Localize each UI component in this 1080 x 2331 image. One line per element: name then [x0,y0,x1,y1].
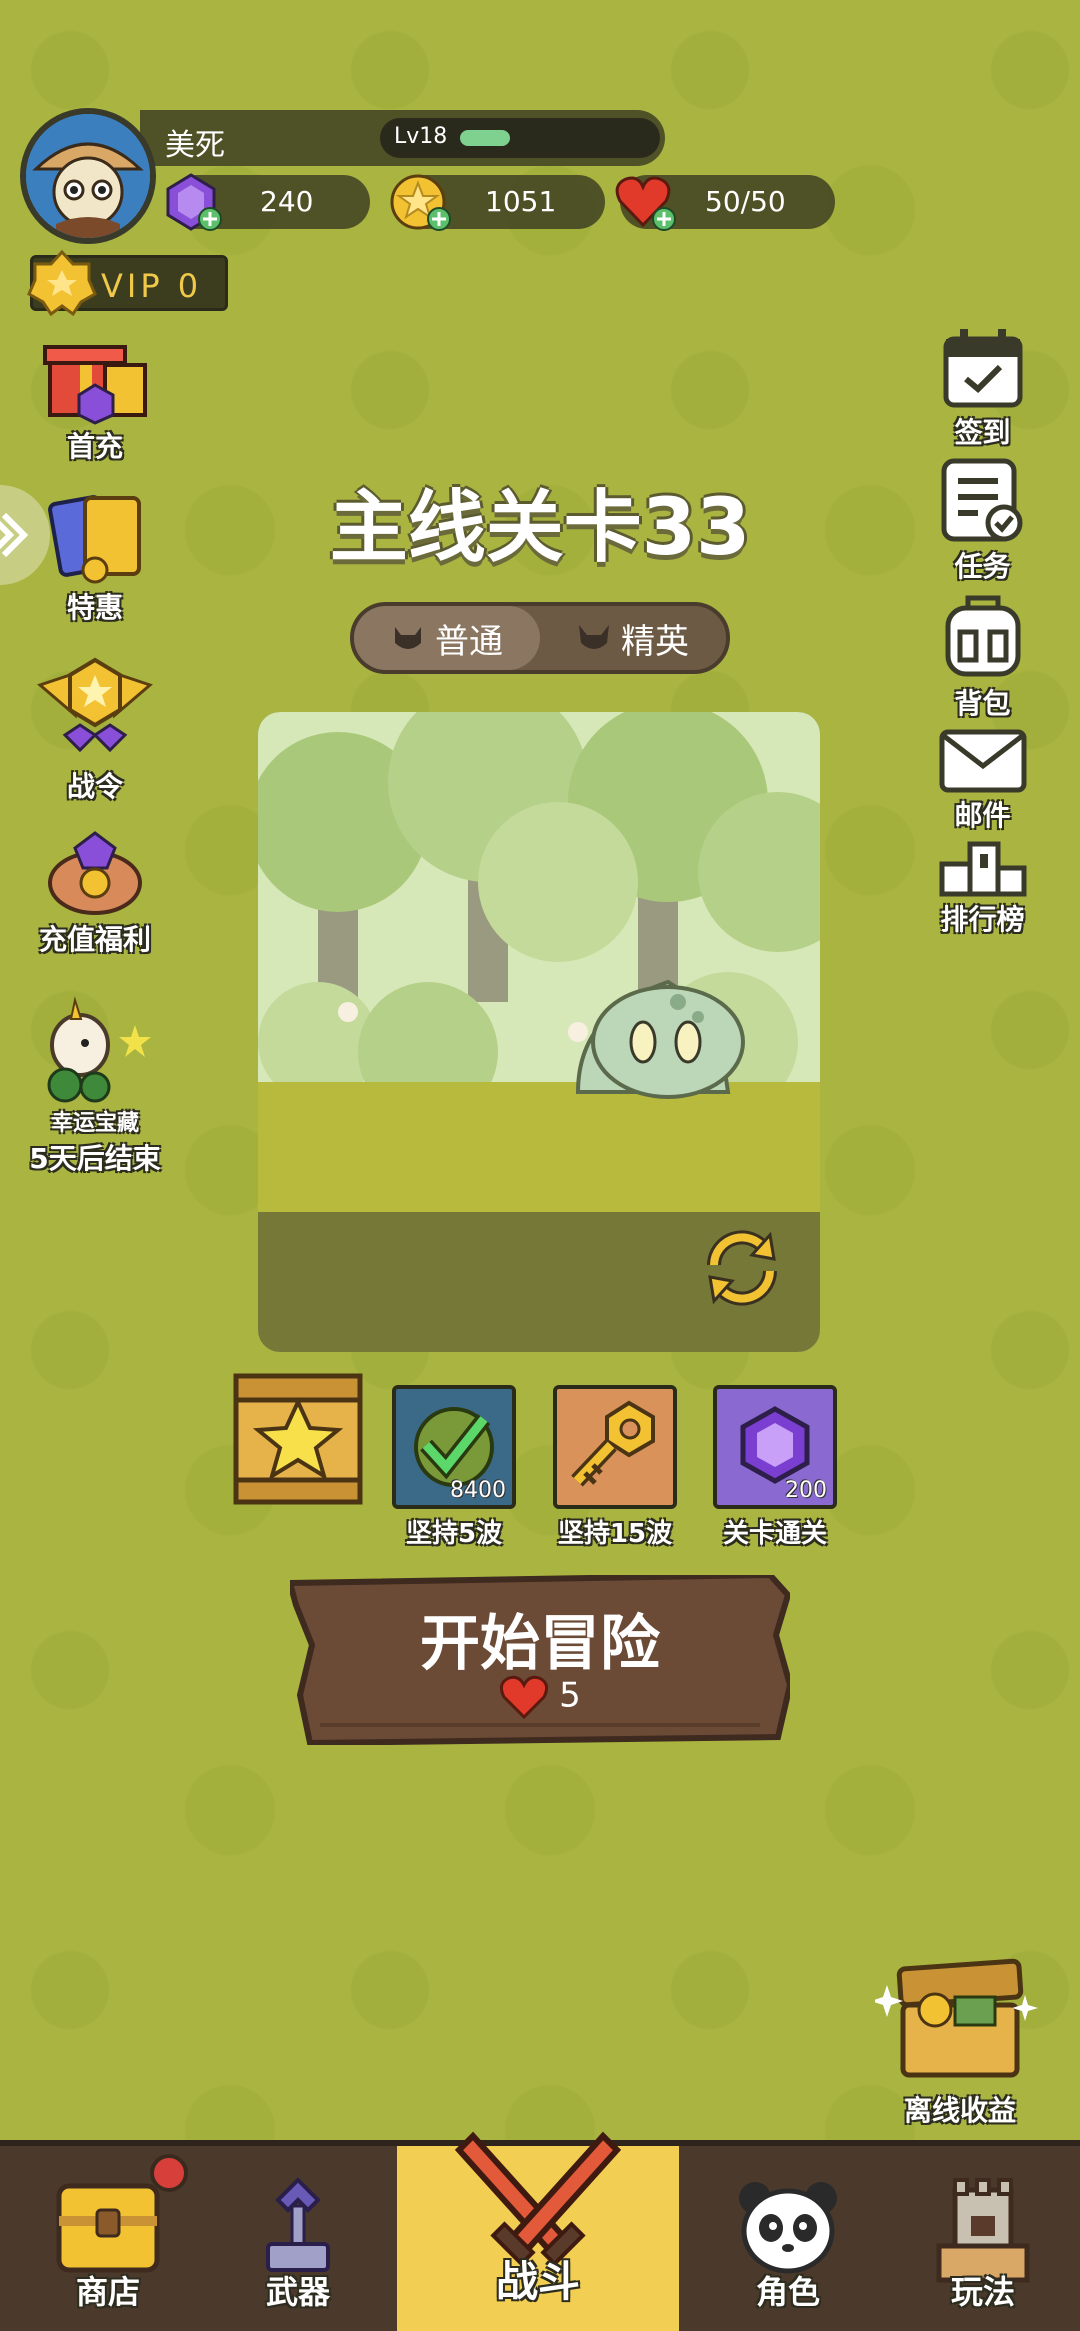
reward-stage-clear[interactable]: 200 [713,1385,837,1509]
menu-battle-pass[interactable]: 战令 [20,655,170,805]
start-adventure-label: 开始冒险 [420,1609,660,1679]
heart-icon [500,1675,549,1720]
nav-gameplay[interactable]: 玩法 [875,2146,1080,2331]
reward-survive-15[interactable] [553,1385,677,1509]
vip-level: VIP 0 [101,267,203,305]
start-adventure-button[interactable]: 开始冒险 5 [290,1575,790,1745]
nav-character-label: 角色 [755,2273,820,2311]
menu-backpack[interactable]: 背包 [925,592,1040,722]
coins-counter[interactable]: 1051 [390,174,605,231]
player-name: 美死 [165,128,225,163]
bottom-nav: 商店 武器 战斗 角色 玩法 [0,2131,1080,2331]
menu-lucky-treasure-timer: 5天后结束 [29,1142,161,1175]
stage-title: 主线关卡33 [329,483,751,573]
menu-backpack-label: 背包 [954,687,1011,720]
nav-battle[interactable]: 战斗 [397,2131,679,2331]
shop-notification-dot [150,2154,188,2192]
podium-icon [939,841,1026,897]
offline-rewards[interactable]: 离线收益 [870,1955,1050,2129]
horned-monster-icon [579,625,609,649]
golden-key-icon [571,1400,655,1487]
mode-toggle: 普通 精英 [350,602,730,674]
nav-gameplay-label: 玩法 [950,2273,1015,2311]
reward-survive-5-label: 坚持5波 [405,1519,503,1549]
unicorn-treasure-icon [47,996,151,1103]
menu-leaderboard-label: 排行榜 [940,903,1025,936]
stamina-value: 50/50 [705,185,786,218]
menu-lucky-treasure-label: 幸运宝藏 [50,1111,139,1136]
battle-pass-icon [37,657,153,753]
stamina-counter[interactable]: 50/50 [615,175,835,231]
reward-survive-15-label: 坚持15波 [557,1519,673,1549]
menu-recharge-bonus-label: 充值福利 [38,923,151,956]
level-pill: Lv18 [380,118,660,158]
player-info-bar: 美死 Lv18 [140,110,665,166]
reward-stage-clear-label: 关卡通关 [722,1519,827,1549]
nav-weapon-label: 武器 [265,2273,330,2311]
weapon-icon [266,2177,330,2272]
panda-icon [739,2182,837,2274]
start-cost-value: 5 [559,1675,581,1716]
purple-gem-icon [166,173,222,231]
mode-elite-label: 精英 [621,621,689,662]
coins-value: 1051 [485,185,557,218]
gift-box-icon [43,345,147,425]
nav-battle-label: 战斗 [495,2257,580,2306]
heart-icon [615,176,676,231]
star-chest-icon[interactable] [232,1370,364,1510]
gems-value: 240 [260,185,314,218]
shop-chest-icon [56,2183,160,2273]
treasure-chest-icon [871,1958,1038,2078]
vip-badge[interactable]: VIP 0 [27,249,228,317]
refresh-icon[interactable] [700,1225,784,1309]
reward-survive-5[interactable]: 8400 [392,1385,516,1509]
nav-character[interactable]: 角色 [680,2146,896,2331]
gems-counter[interactable]: 240 [166,173,370,231]
mode-normal-button[interactable]: 普通 [354,606,540,670]
mode-normal-label: 普通 [435,621,503,662]
offline-rewards-label: 离线收益 [870,2089,1050,2129]
reward-stage-clear-count: 200 [785,1478,827,1503]
gold-coin-icon [390,174,451,231]
menu-battle-pass-label: 战令 [66,770,123,803]
start-cost: 5 [290,1675,790,1720]
monster-head-icon [395,627,421,649]
menu-sign-in[interactable]: 签到 [925,325,1040,451]
player-level: Lv18 [394,124,448,149]
vip-crown-icon [27,249,97,317]
nav-weapon[interactable]: 武器 [190,2146,406,2331]
menu-first-recharge-label: 首充 [66,430,123,463]
menu-leaderboard[interactable]: 排行榜 [915,838,1050,938]
nav-shop[interactable]: 商店 [0,2146,216,2331]
backpack-icon [945,595,1020,677]
level-progress-bar [460,130,510,146]
reward-survive-5-count: 8400 [450,1478,506,1503]
nav-shop-label: 商店 [75,2273,140,2311]
avatar[interactable] [20,108,156,244]
menu-special-offer-label: 特惠 [66,591,123,624]
menu-sign-in-label: 签到 [954,416,1011,449]
menu-first-recharge[interactable]: 首充 [20,325,170,465]
menu-mail-label: 邮件 [954,799,1011,832]
menu-lucky-treasure[interactable]: 幸运宝藏 5天后结束 [10,995,180,1177]
mail-icon [939,729,1026,793]
calendar-check-icon [943,329,1022,408]
piggy-bank-icon [48,831,142,915]
mode-elite-button[interactable]: 精英 [540,606,726,670]
menu-mail[interactable]: 邮件 [925,728,1040,834]
offline-rewards-text: 离线收益 [903,2094,1016,2127]
menu-recharge-bonus[interactable]: 充值福利 [15,828,175,958]
